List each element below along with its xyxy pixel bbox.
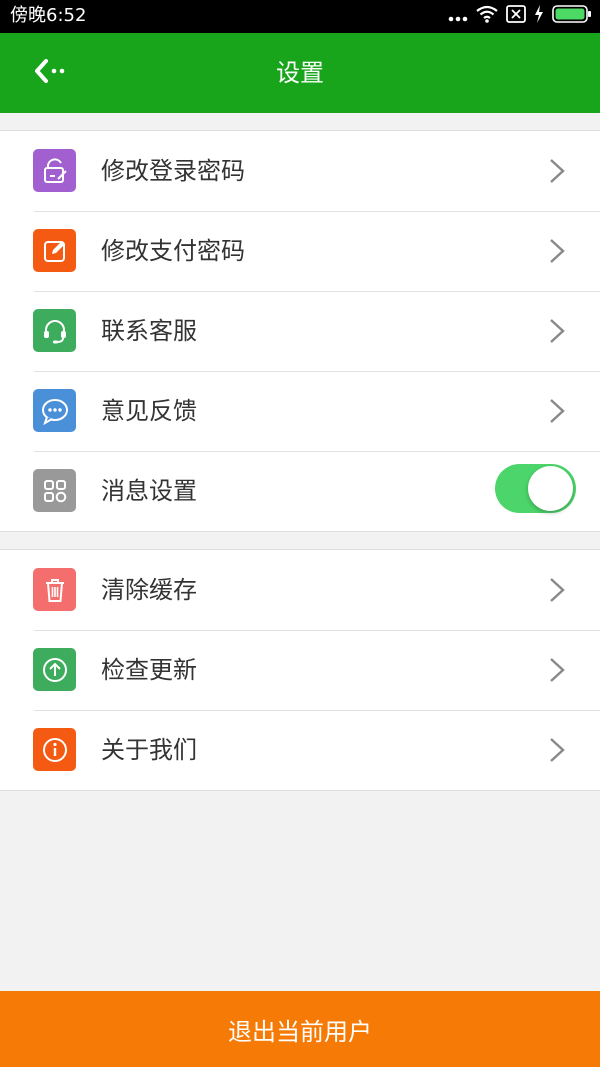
sim-off-icon	[506, 5, 526, 27]
wifi-icon	[476, 5, 498, 27]
headset-icon	[33, 309, 76, 352]
message-settings-toggle[interactable]	[495, 464, 576, 513]
info-icon	[33, 728, 76, 771]
toggle-knob	[528, 466, 573, 511]
row-change-login-password[interactable]: 修改登录密码	[0, 131, 600, 211]
row-clear-cache[interactable]: 清除缓存	[0, 550, 600, 630]
lock-edit-icon	[33, 149, 76, 192]
row-label: 修改登录密码	[101, 157, 245, 185]
chevron-right-icon	[548, 238, 566, 264]
settings-screen: 傍晚6:52 设置 修改登录密码 修改支付密码 联系客服 意见反馈 消息设置 清…	[0, 0, 600, 1067]
back-arrow-icon	[33, 58, 67, 88]
status-bar: 傍晚6:52	[0, 0, 600, 33]
trash-icon	[33, 568, 76, 611]
edit-icon	[33, 229, 76, 272]
battery-icon	[552, 5, 592, 27]
back-button[interactable]	[24, 51, 76, 95]
status-icons	[448, 5, 592, 27]
settings-group-account: 修改登录密码 修改支付密码 联系客服 意见反馈 消息设置	[0, 130, 600, 532]
row-contact-service[interactable]: 联系客服	[0, 291, 600, 371]
chevron-right-icon	[548, 158, 566, 184]
logout-button[interactable]: 退出当前用户	[0, 991, 600, 1067]
chevron-right-icon	[548, 737, 566, 763]
chevron-right-icon	[548, 577, 566, 603]
grid-icon	[33, 469, 76, 512]
row-label: 消息设置	[101, 477, 197, 505]
row-label: 关于我们	[101, 736, 197, 764]
settings-group-app: 清除缓存 检查更新 关于我们	[0, 549, 600, 791]
upload-circle-icon	[33, 648, 76, 691]
chevron-right-icon	[548, 398, 566, 424]
row-feedback[interactable]: 意见反馈	[0, 371, 600, 451]
chevron-right-icon	[548, 657, 566, 683]
row-message-settings: 消息设置	[0, 451, 600, 531]
row-change-pay-password[interactable]: 修改支付密码	[0, 211, 600, 291]
row-label: 联系客服	[101, 317, 197, 345]
app-bar: 设置	[0, 33, 600, 113]
row-about-us[interactable]: 关于我们	[0, 710, 600, 790]
row-label: 修改支付密码	[101, 237, 245, 265]
status-time: 傍晚6:52	[10, 5, 87, 26]
charging-icon	[534, 5, 544, 27]
row-label: 检查更新	[101, 656, 197, 684]
row-label: 意见反馈	[101, 397, 197, 425]
more-dots-icon	[448, 7, 468, 26]
chat-bubble-icon	[33, 389, 76, 432]
row-label: 清除缓存	[101, 576, 197, 604]
row-check-update[interactable]: 检查更新	[0, 630, 600, 710]
page-title: 设置	[276, 59, 324, 87]
chevron-right-icon	[548, 318, 566, 344]
